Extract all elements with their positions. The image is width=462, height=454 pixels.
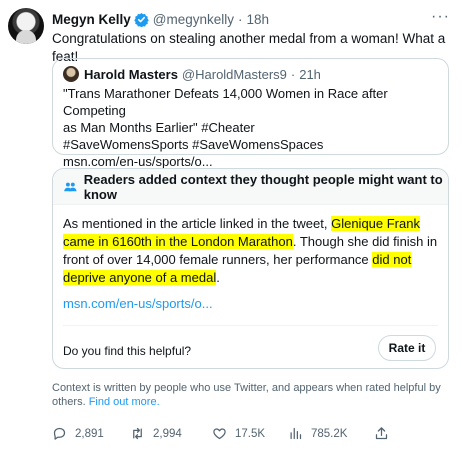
separator-dot: ·: [238, 11, 243, 27]
quoted-tweet[interactable]: Harold Masters @HaroldMasters9 · 21h "Tr…: [52, 58, 449, 169]
action-bar: 2,891 2,994 17.5K 785.2K: [52, 426, 397, 444]
community-notes: Readers added context they thought peopl…: [52, 168, 449, 369]
retweet-icon: [133, 427, 142, 440]
views-button[interactable]: 785.2K: [288, 426, 347, 441]
reply-count: 2,891: [75, 427, 104, 440]
note-text: .: [216, 270, 220, 285]
quoted-author-handle: @HaroldMasters9: [181, 66, 287, 82]
author-handle[interactable]: @megynkelly: [153, 12, 234, 27]
share-icon: [375, 427, 388, 440]
divider: [63, 325, 438, 326]
quoted-text-line: #SaveWomensSports #SaveWomensSpaces: [63, 137, 324, 152]
helpful-question: Do you find this helpful?: [63, 344, 192, 358]
quoted-tweet-header: Harold Masters @HaroldMasters9 · 21h: [63, 66, 321, 82]
author-name[interactable]: Megyn Kelly: [52, 12, 131, 27]
views-count: 785.2K: [311, 427, 348, 440]
note-source-link[interactable]: msn.com/en-us/sports/o...: [63, 296, 213, 311]
retweet-button[interactable]: 2,994: [130, 426, 182, 441]
community-notes-header: Readers added context they thought peopl…: [53, 169, 448, 205]
separator-dot: ·: [290, 66, 296, 82]
community-notes-title: Readers added context they thought peopl…: [83, 171, 443, 202]
quoted-avatar: [63, 66, 79, 82]
quoted-time: 21h: [299, 66, 321, 82]
find-out-more-link[interactable]: Find out more.: [89, 396, 160, 408]
verified-badge-icon: [134, 12, 149, 27]
quoted-text-line: as Man Months Earlier" #Cheater: [63, 120, 255, 135]
tweet-time[interactable]: 18h: [247, 12, 270, 27]
tweet-header: Megyn Kelly @megynkelly · 18h ···: [52, 8, 450, 28]
analytics-icon: [290, 427, 302, 440]
avatar[interactable]: [8, 8, 44, 44]
retweet-count: 2,994: [153, 427, 182, 440]
more-options-icon[interactable]: ···: [431, 8, 450, 26]
rate-it-button[interactable]: Rate it: [378, 335, 436, 361]
heart-icon: [213, 428, 226, 440]
note-text: As mentioned in the article linked in th…: [63, 216, 332, 231]
community-note-text: As mentioned in the article linked in th…: [63, 215, 443, 287]
reply-icon: [53, 427, 66, 440]
reply-button[interactable]: 2,891: [52, 426, 104, 441]
quoted-text: "Trans Marathoner Defeats 14,000 Women i…: [63, 85, 443, 170]
people-icon: [64, 182, 77, 191]
quoted-text-line: "Trans Marathoner Defeats 14,000 Women i…: [63, 86, 388, 118]
context-footnote: Context is written by people who use Twi…: [52, 381, 447, 409]
tweet[interactable]: Megyn Kelly @megynkelly · 18h ··· Congra…: [0, 0, 462, 454]
like-count: 17.5K: [235, 427, 266, 440]
share-button[interactable]: [374, 426, 397, 441]
like-button[interactable]: 17.5K: [212, 426, 265, 441]
quoted-author-name: Harold Masters: [84, 66, 178, 82]
